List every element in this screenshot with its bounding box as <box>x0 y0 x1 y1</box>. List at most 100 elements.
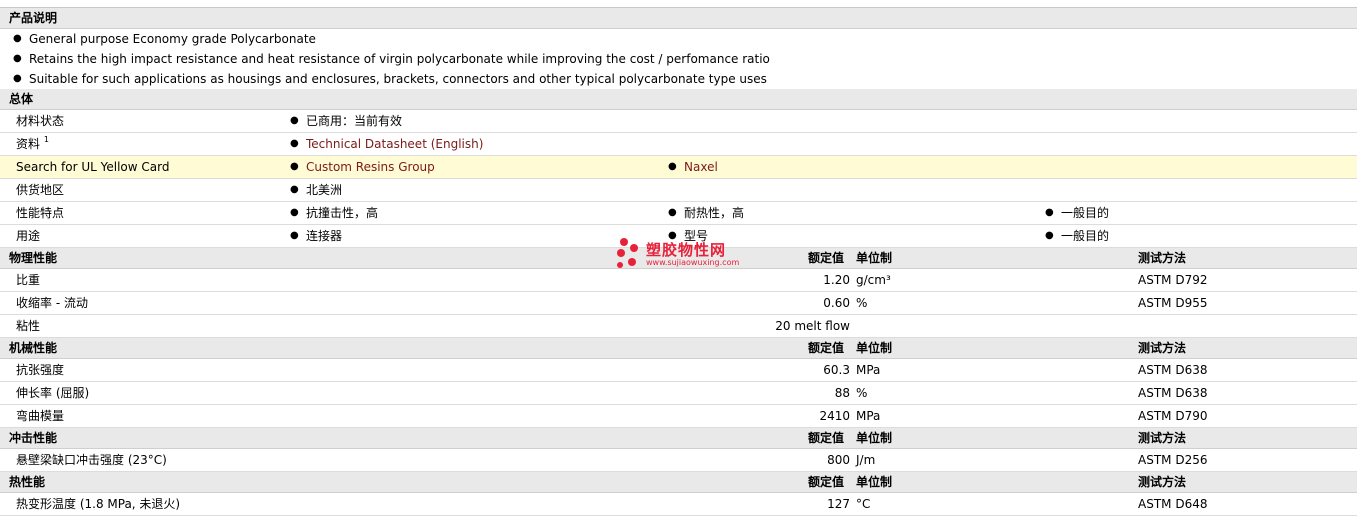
unit-value: g/cm³ <box>856 273 891 287</box>
bullet-icon: ● <box>290 184 299 195</box>
row-value: ● 北美洲 <box>290 179 342 201</box>
col-unit: 单位制 <box>856 475 893 489</box>
row-label: 收缩率 - 流动 <box>16 296 88 310</box>
nominal-value: 20 melt flow <box>775 319 850 333</box>
row-value: ● Custom Resins Group <box>290 156 435 178</box>
row-material-status: 材料状态 ● 已商用：当前有效 <box>0 110 1357 133</box>
row-label: 用途 <box>16 229 41 243</box>
test-method: ASTM D638 <box>1138 363 1208 377</box>
row-value: ● Naxel <box>668 156 718 178</box>
row-label: 材料状态 <box>16 114 65 128</box>
table-row: 抗张强度 60.3 MPa ASTM D638 <box>0 359 1357 382</box>
section-title: 冲击性能 <box>9 431 58 445</box>
description-list: ● General purpose Economy grade Polycarbo… <box>0 29 1357 89</box>
bullet-icon: ● <box>290 161 299 172</box>
section-title: 总体 <box>9 92 34 106</box>
row-label: 弯曲模量 <box>16 409 65 423</box>
col-unit: 单位制 <box>856 431 893 445</box>
test-method: ASTM D792 <box>1138 273 1208 287</box>
unit-value: J/m <box>856 453 876 467</box>
row-value: ● 一般目的 <box>1045 202 1109 224</box>
naxel-link[interactable]: Naxel <box>684 160 718 174</box>
bullet-icon: ● <box>290 138 299 149</box>
unit-value: % <box>856 386 868 400</box>
col-method: 测试方法 <box>1138 431 1187 445</box>
section-title: 物理性能 <box>9 251 58 265</box>
row-label: 热变形温度 (1.8 MPa, 未退火) <box>16 497 181 511</box>
col-unit: 单位制 <box>856 341 893 355</box>
watermark-name: 塑胶物性网 <box>646 241 727 259</box>
footnote-marker[interactable]: 1 <box>44 135 49 144</box>
table-row: 收缩率 - 流动 0.60 % ASTM D955 <box>0 292 1357 315</box>
row-features: 性能特点 ● 抗撞击性，高 ● 耐热性，高 ● 一般目的 <box>0 202 1357 225</box>
test-method: ASTM D955 <box>1138 296 1208 310</box>
top-border <box>0 0 1357 8</box>
section-header-description: 产品说明 <box>0 8 1357 29</box>
col-nominal: 额定值 <box>808 251 845 265</box>
section-title: 热性能 <box>9 475 46 489</box>
bullet-icon: ● <box>1045 230 1054 241</box>
bullet-icon: ● <box>290 115 299 126</box>
technical-datasheet-link[interactable]: Technical Datasheet (English) <box>306 137 483 151</box>
bullet-icon: ● <box>1045 207 1054 218</box>
unit-value: % <box>856 296 868 310</box>
row-value: ● 一般目的 <box>1045 225 1109 247</box>
section-header-mechanical: 机械性能 额定值 单位制 测试方法 <box>0 338 1357 359</box>
nominal-value: 800 <box>827 453 850 467</box>
logo-dots-icon <box>617 238 638 268</box>
test-method: ASTM D648 <box>1138 497 1208 511</box>
nominal-value: 0.60 <box>823 296 850 310</box>
test-method: ASTM D638 <box>1138 386 1208 400</box>
section-title: 机械性能 <box>9 341 58 355</box>
row-value: ● 连接器 <box>290 225 342 247</box>
test-method: ASTM D256 <box>1138 453 1208 467</box>
watermark-logo: 塑胶物性网 www.sujiaowuxing.com <box>614 236 754 270</box>
nominal-value: 2410 <box>819 409 850 423</box>
row-label: 比重 <box>16 273 41 287</box>
table-row: 粘性 20 melt flow <box>0 315 1357 338</box>
section-header-thermal: 热性能 额定值 单位制 测试方法 <box>0 472 1357 493</box>
section-title: 产品说明 <box>9 11 58 25</box>
row-value: ● Technical Datasheet (English) <box>290 133 483 155</box>
bullet-icon: ● <box>13 73 22 84</box>
row-label: 粘性 <box>16 319 41 333</box>
bullet-icon: ● <box>668 161 677 172</box>
nominal-value: 88 <box>834 386 850 400</box>
row-label: 伸长率 (屈服) <box>16 386 90 400</box>
col-method: 测试方法 <box>1138 475 1187 489</box>
section-header-impact: 冲击性能 额定值 单位制 测试方法 <box>0 428 1357 449</box>
row-label: 资料 1 <box>16 135 49 151</box>
bullet-icon: ● <box>290 207 299 218</box>
table-row: 弯曲模量 2410 MPa ASTM D790 <box>0 405 1357 428</box>
row-label: 性能特点 <box>16 206 65 220</box>
nominal-value: 60.3 <box>823 363 850 377</box>
col-nominal: 额定值 <box>808 431 845 445</box>
watermark-url: www.sujiaowuxing.com <box>646 258 740 267</box>
table-row: 比重 1.20 g/cm³ ASTM D792 <box>0 269 1357 292</box>
custom-resins-group-link[interactable]: Custom Resins Group <box>306 160 435 174</box>
row-supply-region: 供货地区 ● 北美洲 <box>0 179 1357 202</box>
table-row: 悬壁梁缺口冲击强度 (23°C) 800 J/m ASTM D256 <box>0 449 1357 472</box>
bullet-icon: ● <box>290 230 299 241</box>
table-row: 伸长率 (屈服) 88 % ASTM D638 <box>0 382 1357 405</box>
section-header-general: 总体 <box>0 89 1357 110</box>
row-value: ● 抗撞击性，高 <box>290 202 378 224</box>
row-label: Search for UL Yellow Card <box>16 160 170 174</box>
col-method: 测试方法 <box>1138 341 1187 355</box>
row-documents: 资料 1 ● Technical Datasheet (English) <box>0 133 1357 156</box>
bullet-icon: ● <box>13 53 22 64</box>
col-method: 测试方法 <box>1138 251 1187 265</box>
unit-value: MPa <box>856 409 881 423</box>
nominal-value: 1.20 <box>823 273 850 287</box>
row-value: ● 已商用：当前有效 <box>290 110 402 132</box>
list-item: ● Suitable for such applications as housi… <box>12 69 1357 89</box>
unit-value: MPa <box>856 363 881 377</box>
test-method: ASTM D790 <box>1138 409 1208 423</box>
col-nominal: 额定值 <box>808 475 845 489</box>
table-row: 热变形温度 (1.8 MPa, 未退火) 127 °C ASTM D648 <box>0 493 1357 516</box>
bullet-icon: ● <box>13 33 22 44</box>
list-item: ● Retains the high impact resistance and … <box>12 49 1357 69</box>
col-unit: 单位制 <box>856 251 893 265</box>
col-nominal: 额定值 <box>808 341 845 355</box>
unit-value: °C <box>856 497 871 511</box>
